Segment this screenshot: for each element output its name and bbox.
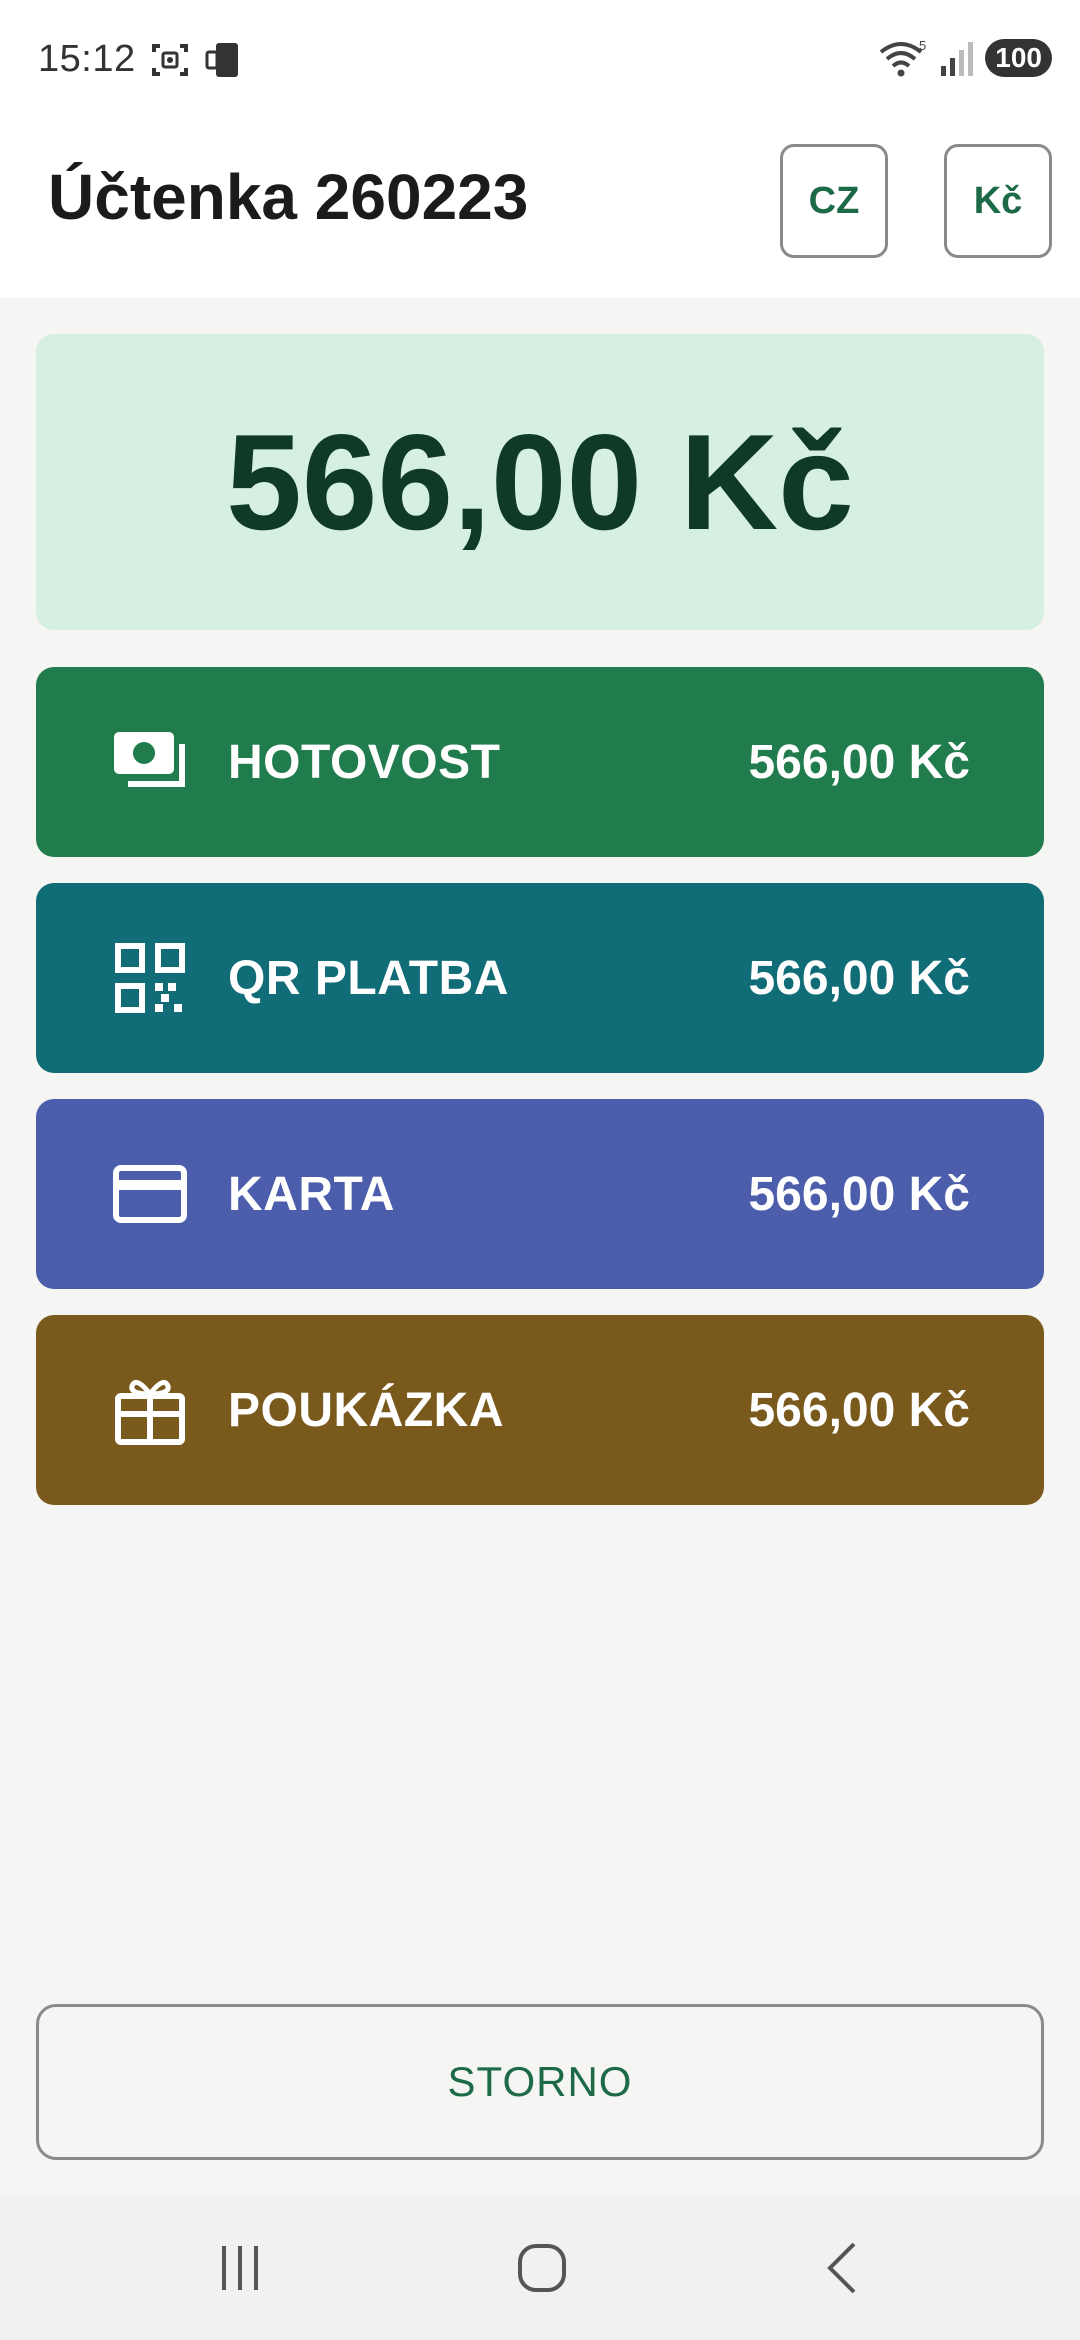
back-icon[interactable] bbox=[814, 2238, 874, 2298]
payment-voucher-button[interactable]: POUKÁZKA 566,00 Kč bbox=[36, 1315, 1044, 1505]
payment-label: QR PLATBA bbox=[228, 951, 509, 1005]
credit-card-icon bbox=[113, 1165, 187, 1223]
status-icons-left bbox=[150, 40, 244, 80]
total-amount: 566,00 Kč bbox=[226, 406, 854, 558]
wifi-icon: 5 bbox=[880, 38, 927, 77]
svg-text:5: 5 bbox=[919, 38, 926, 53]
status-icons-right: 5 100 bbox=[877, 38, 1052, 78]
navigation-bar bbox=[0, 2196, 1080, 2340]
payment-amount: 566,00 Kč bbox=[748, 1383, 970, 1437]
recents-icon[interactable] bbox=[210, 2238, 270, 2298]
payment-amount: 566,00 Kč bbox=[748, 735, 970, 789]
payment-label: HOTOVOST bbox=[228, 735, 501, 789]
app-bar: Účtenka 260223 CZ Kč bbox=[0, 120, 1080, 298]
gift-icon bbox=[115, 1379, 185, 1445]
page-title: Účtenka 260223 bbox=[48, 161, 529, 233]
payment-label: POUKÁZKA bbox=[228, 1383, 504, 1437]
home-icon[interactable] bbox=[512, 2238, 572, 2298]
battery-icon: 100 bbox=[985, 39, 1052, 77]
total-card: 566,00 Kč bbox=[36, 334, 1044, 630]
screenshot-icon bbox=[152, 44, 188, 76]
phone-icon bbox=[205, 43, 238, 77]
status-time: 15:12 bbox=[38, 38, 136, 80]
qr-code-icon bbox=[115, 943, 185, 1013]
payment-amount: 566,00 Kč bbox=[748, 951, 970, 1005]
status-bar: 15:12 5 100 bbox=[0, 0, 1080, 120]
signal-icon bbox=[941, 42, 974, 76]
payment-cash-button[interactable]: HOTOVOST 566,00 Kč bbox=[36, 667, 1044, 857]
payment-qr-button[interactable]: QR PLATBA 566,00 Kč bbox=[36, 883, 1044, 1073]
payment-card-button[interactable]: KARTA 566,00 Kč bbox=[36, 1099, 1044, 1289]
language-button[interactable]: CZ bbox=[780, 144, 888, 258]
currency-button[interactable]: Kč bbox=[944, 144, 1052, 258]
payment-label: KARTA bbox=[228, 1167, 395, 1221]
cash-icon bbox=[114, 732, 185, 787]
storno-button[interactable]: STORNO bbox=[36, 2004, 1044, 2160]
payment-amount: 566,00 Kč bbox=[748, 1167, 970, 1221]
